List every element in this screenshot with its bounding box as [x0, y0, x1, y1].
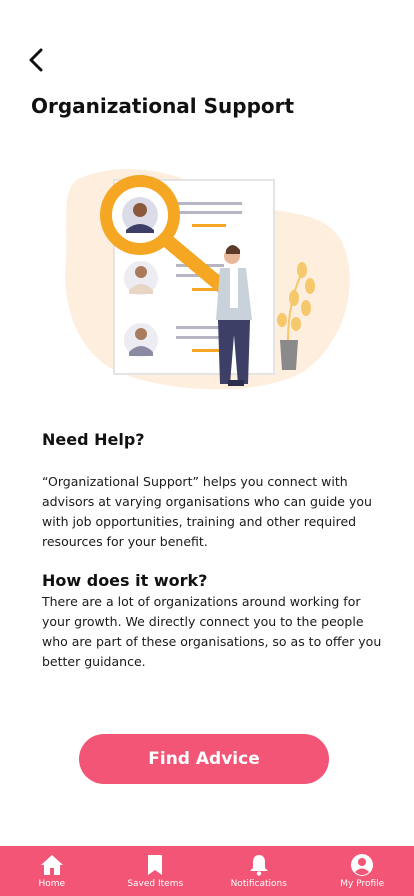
- page-title: Organizational Support: [31, 94, 295, 118]
- section-text-need-help: “Organizational Support” helps you conne…: [42, 474, 372, 549]
- tab-label: Saved Items: [127, 879, 184, 889]
- bookmark-icon: [148, 855, 163, 875]
- tab-label: Home: [38, 879, 66, 889]
- tab-label: My Profile: [340, 879, 385, 889]
- tab-my-profile[interactable]: My Profile: [317, 846, 407, 896]
- tab-home[interactable]: Home: [7, 846, 97, 896]
- org-support-illustration: [65, 169, 350, 390]
- section-title-how-it-works: How does it work?: [42, 571, 208, 590]
- tab-saved-items[interactable]: Saved Items: [110, 846, 200, 896]
- plant-pot: [280, 340, 298, 370]
- tab-notifications[interactable]: Notifications: [214, 846, 304, 896]
- section-text-how-it-works: There are a lot of organizations around …: [42, 594, 382, 669]
- tab-label: Notifications: [230, 879, 287, 889]
- home-icon: [40, 855, 63, 875]
- back-arrow-icon: [29, 48, 43, 72]
- find-advice-button[interactable]: Find Advice: [79, 734, 329, 784]
- back-button[interactable]: [26, 44, 54, 76]
- profile-icon: [351, 854, 374, 876]
- bell-icon: [249, 855, 268, 876]
- section-title-need-help: Need Help?: [42, 430, 145, 449]
- bottom-tab-bar: Home Saved Items Notifications My Profil…: [0, 846, 414, 896]
